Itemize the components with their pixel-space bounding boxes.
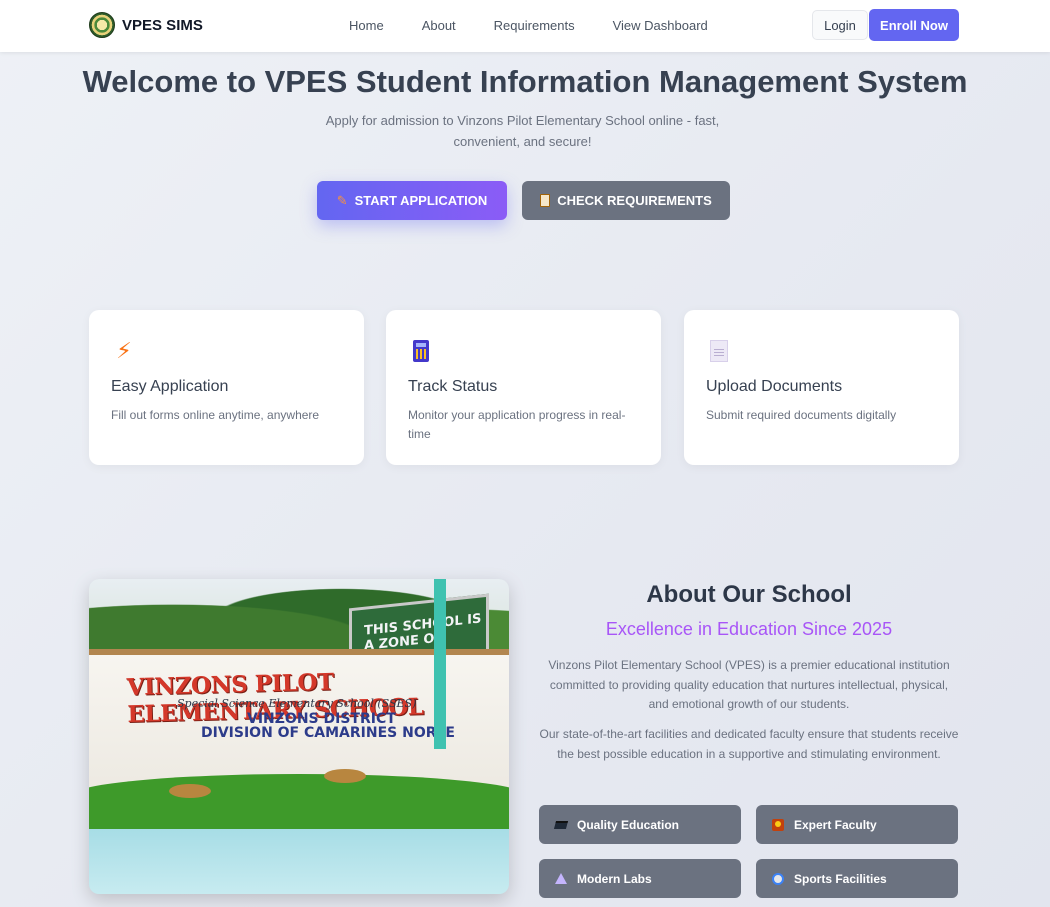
highlight-label: Sports Facilities: [794, 871, 887, 886]
navbar: VPES SIMS Home About Requirements View D…: [0, 0, 1050, 52]
highlight-quality-education[interactable]: Quality Education: [539, 805, 741, 844]
clipboard-icon: [540, 194, 551, 207]
hero-title: Welcome to VPES Student Information Mana…: [82, 64, 968, 99]
lightning-icon: ⚡: [116, 338, 132, 363]
feature-card-upload-documents: Upload Documents Submit required documen…: [684, 310, 959, 465]
brand[interactable]: VPES SIMS: [89, 12, 203, 38]
feature-title: Easy Application: [111, 378, 229, 395]
feature-card-easy-application: ⚡ Easy Application Fill out forms online…: [89, 310, 364, 465]
about-title: About Our School: [646, 581, 852, 608]
feature-card-track-status: Track Status Monitor your application pr…: [386, 310, 661, 465]
plant-pot: [324, 769, 366, 783]
highlight-label: Expert Faculty: [794, 817, 877, 832]
feature-description: Monitor your application progress in rea…: [408, 408, 626, 441]
check-requirements-button[interactable]: CHECK REQUIREMENTS: [522, 181, 730, 220]
enroll-now-button[interactable]: Enroll Now: [869, 9, 959, 41]
nav-link-about[interactable]: About: [422, 18, 456, 33]
about-paragraph-1: Vinzons Pilot Elementary School (VPES) i…: [548, 658, 950, 711]
wall-school-subtitle: Special Science Elementary School (SSES): [177, 697, 417, 710]
flag-pole: [434, 579, 446, 749]
school-seal-logo: [89, 12, 115, 38]
graduation-cap-icon: [553, 818, 569, 832]
pool-base: [89, 829, 509, 894]
nav-link-home[interactable]: Home: [349, 18, 384, 33]
highlight-label: Quality Education: [577, 817, 680, 832]
nav-link-view-dashboard[interactable]: View Dashboard: [613, 18, 708, 33]
highlight-sports-facilities[interactable]: Sports Facilities: [756, 859, 958, 898]
about-subtitle: Excellence in Education Since 2025: [605, 619, 893, 639]
flask-icon: [554, 872, 568, 886]
hero-subtitle: Apply for admission to Vinzons Pilot Ele…: [325, 113, 720, 149]
school-photo: THIS SCHOOL IS A ZONE OF PEACE VINZONS P…: [89, 579, 509, 894]
feature-title: Track Status: [408, 378, 498, 395]
nav-links: Home About Requirements View Dashboard: [349, 18, 708, 33]
plant-pot: [169, 784, 211, 798]
document-icon: [706, 338, 732, 364]
about-paragraph-2: Our state-of-the-art facilities and dedi…: [539, 727, 959, 761]
highlight-label: Modern Labs: [577, 871, 652, 886]
highlight-expert-faculty[interactable]: Expert Faculty: [756, 805, 958, 844]
feature-description: Fill out forms online anytime, anywhere: [111, 408, 320, 422]
pencil-icon: ✎: [336, 192, 348, 208]
nav-link-requirements[interactable]: Requirements: [494, 18, 575, 33]
teacher-icon: [771, 818, 785, 832]
brand-name: VPES SIMS: [122, 16, 203, 34]
start-application-label: START APPLICATION: [354, 193, 488, 208]
wall-division: DIVISION OF CAMARINES NORTE: [201, 725, 455, 741]
start-application-button[interactable]: ✎ START APPLICATION: [317, 181, 507, 220]
check-requirements-label: CHECK REQUIREMENTS: [557, 193, 712, 208]
highlight-modern-labs[interactable]: Modern Labs: [539, 859, 741, 898]
feature-title: Upload Documents: [706, 378, 843, 395]
feature-description: Submit required documents digitally: [706, 408, 897, 422]
ball-icon: [771, 872, 785, 886]
login-button[interactable]: Login: [812, 10, 868, 40]
calculator-icon: [408, 338, 434, 364]
